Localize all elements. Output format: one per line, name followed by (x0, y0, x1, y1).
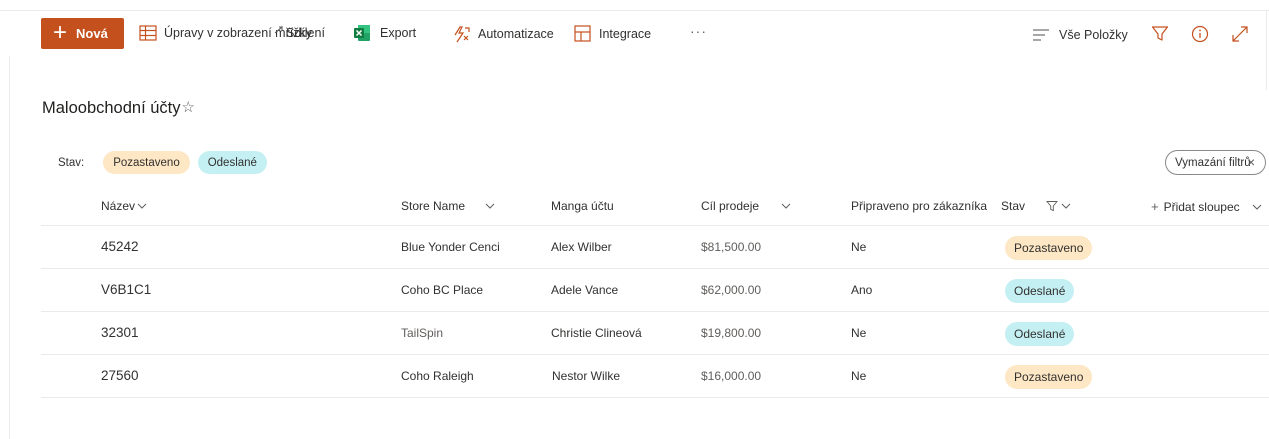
status-badge: Pozastaveno (1005, 365, 1093, 389)
clear-filters-label: Vymazání filtrů (1175, 156, 1251, 169)
table-row[interactable]: 32301 TailSpin Christie Clineová $19,800… (41, 312, 1269, 355)
cell-target: $62,000.00 (701, 283, 762, 297)
cell-target: $19,800.00 (701, 326, 762, 340)
table-row[interactable]: 45242 Blue Yonder Cenci Alex Wilber $81,… (41, 226, 1269, 269)
info-icon[interactable] (1190, 24, 1210, 44)
close-icon: × (1247, 154, 1256, 170)
cell-manager: Alex Wilber (551, 240, 612, 254)
column-header-store[interactable]: Store Name (401, 199, 497, 213)
new-button-label: Nová (76, 26, 108, 41)
filter-pill-sent[interactable]: Odeslané (197, 151, 267, 174)
chevron-down-icon (1250, 202, 1264, 212)
share-icon (274, 23, 284, 43)
items-table: Název Store Name Manga účtu Cíl prodeje … (41, 183, 1269, 398)
view-options-icon (1031, 25, 1051, 45)
cell-target: $16,000.00 (701, 369, 762, 383)
filter-label: Stav: (58, 156, 85, 169)
column-header-label: Název (101, 199, 136, 213)
automate-icon (452, 24, 472, 44)
cell-ready: Ano (851, 283, 873, 297)
table-header: Název Store Name Manga účtu Cíl prodeje … (41, 183, 1269, 226)
plus-icon: + (1151, 199, 1159, 214)
clear-filters-button[interactable]: Vymazání filtrů × (1165, 150, 1266, 175)
view-label: Vše Položky (1059, 28, 1128, 42)
add-column-button[interactable]: + Přidat sloupec (1151, 199, 1264, 214)
expand-icon[interactable] (1230, 24, 1250, 44)
export-button[interactable]: Export (352, 23, 416, 43)
command-bar: + Nová Úpravy v zobrazení mřížky Sdílení… (0, 11, 1269, 56)
column-header-label: Manga účtu (551, 199, 614, 213)
status-badge: Odeslané (1005, 322, 1075, 346)
chevron-down-icon (779, 201, 793, 211)
cell-name[interactable]: 27560 (101, 368, 139, 383)
cell-name[interactable]: V6B1C1 (101, 282, 151, 297)
integration-icon (573, 24, 593, 44)
cell-name[interactable]: 45242 (101, 239, 139, 254)
column-header-label: Stav (1001, 199, 1026, 213)
add-column-label: Přidat sloupec (1163, 199, 1240, 214)
chevron-down-icon (1059, 201, 1073, 211)
column-header-manager[interactable]: Manga účtu (551, 199, 614, 213)
new-button[interactable]: + Nová (41, 18, 124, 49)
automate-label: Automatizace (478, 27, 554, 41)
table-row[interactable]: V6B1C1 Coho BC Place Adele Vance $62,000… (41, 269, 1269, 312)
page-title: Maloobchodní účty ☆ (42, 99, 195, 118)
favorite-star-icon[interactable]: ☆ (182, 98, 195, 116)
chevron-down-icon (135, 201, 149, 211)
list-title-text: Maloobchodní účty (42, 99, 181, 117)
more-button[interactable]: ··· (690, 23, 707, 39)
filter-icon (1045, 201, 1059, 212)
share-button[interactable]: Sdílení (274, 23, 325, 43)
automate-button[interactable]: Automatizace (452, 24, 554, 44)
filter-bar: Stav: Pozastaveno Odeslané (58, 151, 275, 174)
column-header-target[interactable]: Cíl prodeje (701, 199, 793, 213)
chevron-down-icon (483, 201, 497, 211)
cell-store: TailSpin (401, 326, 444, 340)
cell-target: $81,500.00 (701, 240, 762, 254)
cell-manager: Nestor Wilke (552, 369, 621, 383)
cell-ready: Ne (851, 240, 867, 254)
status-badge: Odeslané (1005, 279, 1075, 303)
cell-ready: Ne (851, 326, 867, 340)
column-header-ready[interactable]: Připraveno pro zákazníka (851, 199, 987, 213)
column-header-name[interactable]: Název (101, 199, 149, 213)
cell-store: Coho Raleigh (401, 369, 474, 383)
column-header-label: Cíl prodeje (701, 199, 760, 213)
integrate-button[interactable]: Integrace (573, 24, 651, 44)
left-divider (9, 56, 10, 439)
export-label: Export (380, 26, 417, 40)
cell-manager: Christie Clineová (551, 326, 642, 340)
plus-icon: + (53, 18, 68, 46)
table-row[interactable]: 27560 Coho Raleigh Nestor Wilke $16,000.… (41, 355, 1269, 398)
column-header-label: Připraveno pro zákazníka (851, 199, 988, 213)
cell-name[interactable]: 32301 (101, 325, 139, 340)
status-badge: Pozastaveno (1005, 236, 1093, 260)
cell-ready: Ne (851, 369, 867, 383)
excel-icon (352, 23, 372, 43)
share-label: Sdílení (286, 26, 325, 40)
cell-manager: Adele Vance (551, 283, 619, 297)
grid-icon (138, 23, 158, 43)
column-header-label: Store Name (401, 199, 466, 213)
cell-store: Coho BC Place (401, 283, 484, 297)
column-header-status[interactable]: Stav (1001, 199, 1073, 213)
filter-icon[interactable] (1150, 24, 1170, 44)
cell-store: Blue Yonder Cenci (401, 240, 500, 254)
filter-pill-paused[interactable]: Pozastaveno (103, 151, 190, 174)
view-switcher[interactable]: Vše Položky (1031, 25, 1128, 45)
integrate-label: Integrace (599, 27, 652, 41)
